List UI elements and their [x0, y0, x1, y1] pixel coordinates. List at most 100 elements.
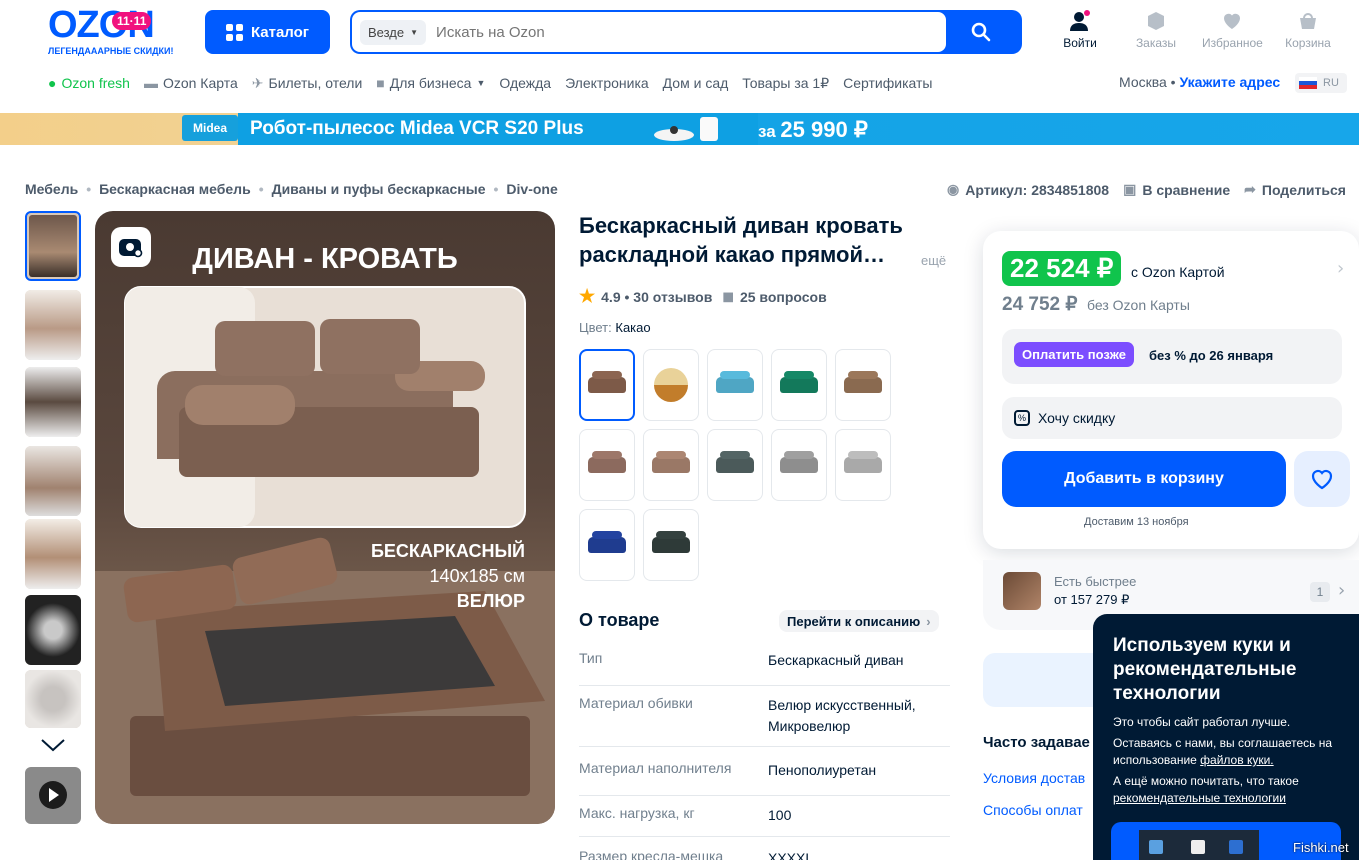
shield-icon	[1229, 840, 1243, 854]
color-swatch[interactable]	[771, 429, 827, 501]
add-to-cart-button[interactable]: Добавить в корзину	[1002, 451, 1286, 507]
thumbnail[interactable]	[25, 367, 81, 437]
breadcrumb-item[interactable]: Мебель	[25, 181, 78, 197]
sofa-icon	[652, 457, 690, 473]
title-more-link[interactable]: ещё	[921, 253, 946, 268]
robot-vacuum-image	[654, 117, 718, 141]
faq-link[interactable]: Способы оплат	[983, 802, 1083, 818]
location[interactable]: Москва • Укажите адрес	[1119, 74, 1280, 90]
sku[interactable]: ◉ Артикул: 2834851808	[947, 181, 1109, 198]
breadcrumb-item[interactable]: Div-one	[506, 181, 557, 197]
plane-icon: ✈	[251, 74, 264, 91]
russia-flag-icon	[1299, 77, 1317, 89]
user-icon	[1070, 10, 1090, 31]
want-discount-button[interactable]: % Хочу скидку	[1002, 397, 1342, 439]
color-swatch[interactable]	[643, 349, 699, 421]
spec-row: Тип Бескаркасный диван	[579, 650, 950, 686]
promo-banner[interactable]: Midea Робот-пылесос Midea VCR S20 Plus з…	[0, 113, 1359, 145]
spec-value: Бескаркасный диван	[768, 652, 904, 668]
orders-button[interactable]: Заказы	[1126, 10, 1186, 50]
thumbnail[interactable]	[25, 670, 81, 728]
color-swatch[interactable]	[707, 429, 763, 501]
watermark: Fishki.net	[1293, 840, 1349, 855]
nav-certificates[interactable]: Сертификаты	[843, 75, 932, 91]
spec-value: XXXXL	[768, 850, 814, 860]
ozon-logo[interactable]: OZON 11·11 ЛЕГЕНДАААРНЫЕ СКИДКИ!	[48, 6, 183, 56]
go-to-description-button[interactable]: Перейти к описанию ›	[779, 610, 939, 632]
share-label: Поделиться	[1261, 181, 1346, 198]
thumbnail[interactable]	[25, 446, 81, 516]
nav-electronics[interactable]: Электроника	[565, 75, 649, 91]
nav-label: Билеты, отели	[268, 75, 363, 91]
compare-label: В сравнение	[1142, 181, 1231, 198]
color-swatch[interactable]	[835, 429, 891, 501]
rating-row[interactable]: ★ 4.9 • 30 отзывов ◼ 25 вопросов	[579, 286, 827, 307]
sku-label: Артикул: 2834851808	[965, 181, 1110, 198]
share-button[interactable]: ➦ Поделиться	[1244, 181, 1346, 198]
add-to-favorites-button[interactable]	[1294, 451, 1350, 507]
cart-button[interactable]: Корзина	[1278, 10, 1338, 50]
color-swatch[interactable]	[579, 349, 635, 421]
image-heading: ДИВАН - КРОВАТЬ	[192, 243, 458, 275]
sofa-icon	[652, 537, 690, 553]
nav-one-ruble[interactable]: Товары за 1₽	[742, 75, 829, 92]
search-bar: Везде ▼	[350, 10, 1022, 54]
nav-business[interactable]: ■ Для бизнеса ▼	[376, 75, 485, 91]
breadcrumb-item[interactable]: Бескаркасная мебель	[99, 181, 251, 197]
city: Москва	[1119, 74, 1167, 90]
address-link[interactable]: Укажите адрес	[1179, 74, 1280, 90]
card-price: 22 524 ₽	[1002, 251, 1122, 286]
color-swatch[interactable]	[579, 429, 635, 501]
nav-tickets[interactable]: ✈ Билеты, отели	[252, 75, 363, 92]
nav-home-garden[interactable]: Дом и сад	[663, 75, 729, 91]
chevron-right-icon[interactable]: ›	[1337, 258, 1344, 279]
color-swatch[interactable]	[643, 509, 699, 581]
chevron-down-icon: ▼	[476, 78, 486, 88]
chevron-down-icon[interactable]	[40, 738, 66, 752]
color-swatch[interactable]	[771, 349, 827, 421]
share-icon: ➦	[1244, 181, 1256, 197]
color-swatch[interactable]	[707, 349, 763, 421]
login-button[interactable]: Войти	[1050, 10, 1110, 50]
video-thumbnail[interactable]	[25, 767, 81, 824]
catalog-button[interactable]: Каталог	[205, 10, 330, 54]
banner-price-prefix: за	[758, 122, 776, 141]
nav-ozon-card[interactable]: ▬ Ozon Карта	[144, 75, 238, 91]
nav-label: Товары за 1₽	[742, 74, 830, 91]
color-swatch[interactable]	[579, 509, 635, 581]
pay-later-block[interactable]: Оплатить позже без % до 26 января	[1002, 329, 1342, 384]
nav-ozon-fresh[interactable]: ● Ozon fresh	[48, 75, 130, 91]
search-scope-select[interactable]: Везде ▼	[360, 19, 427, 45]
search-button[interactable]	[946, 12, 1016, 52]
favorites-button[interactable]: Избранное	[1202, 10, 1263, 50]
rec-tech-link[interactable]: рекомендательные технологии	[1113, 791, 1286, 805]
color-swatch[interactable]	[835, 349, 891, 421]
caption-line: 140х185 см	[429, 566, 525, 586]
product-title: Бескаркасный диван кровать раскладной ка…	[579, 213, 903, 267]
nav-clothes[interactable]: Одежда	[499, 75, 551, 91]
spec-key: Тип	[579, 650, 603, 666]
cookie-files-link[interactable]: файлов куки.	[1200, 753, 1273, 767]
delivery-date: Доставим 13 ноября	[1084, 516, 1189, 528]
thumbnail[interactable]	[25, 211, 81, 281]
cart-icon	[1300, 13, 1316, 29]
spec-value: 100	[768, 807, 792, 823]
color-value: Какао	[615, 320, 651, 335]
breadcrumb-item[interactable]: Диваны и пуфы бескаркасные	[272, 181, 486, 197]
thumbnail[interactable]	[25, 519, 81, 589]
faq-link[interactable]: Условия достав	[983, 770, 1085, 786]
catalog-label: Каталог	[250, 23, 310, 41]
color-swatch[interactable]	[643, 429, 699, 501]
image-caption: БЕСКАРКАСНЫЙ 140х185 см ВЕЛЮР	[371, 539, 525, 614]
shield-icon	[1149, 840, 1163, 854]
language-switch[interactable]: RU	[1295, 73, 1347, 93]
thumbnail[interactable]	[25, 595, 81, 665]
midea-logo: Midea	[182, 115, 238, 141]
color-label: Цвет: Какао	[579, 320, 651, 335]
thumbnail[interactable]	[25, 290, 81, 360]
chat-icon: ◉	[947, 181, 960, 197]
spec-value: Велюр искусственный, Микровелюр	[768, 697, 916, 734]
search-input[interactable]	[436, 23, 938, 41]
product-main-image[interactable]: ДИВАН - КРОВАТЬ БЕСКАРКАСНЫЙ 140х185 см …	[95, 211, 555, 824]
compare-button[interactable]: ▣ В сравнение	[1123, 181, 1230, 198]
